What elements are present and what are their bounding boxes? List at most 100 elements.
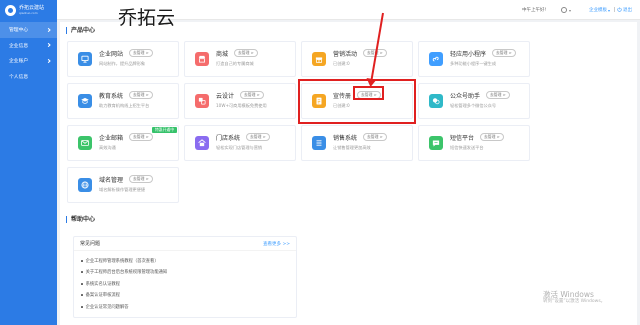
product-card-desc: 短信快速发送平台 xyxy=(450,145,484,150)
product-card-desc: 10W+可商用模板免费使用 xyxy=(216,103,267,108)
product-card-desc: 高效沟通 xyxy=(99,145,116,150)
logo-text: 乔拓云建站 qiaotuo.com xyxy=(19,5,44,15)
template-menu-label: 企业模板 xyxy=(589,8,607,13)
sales-icon xyxy=(312,136,326,150)
manage-button[interactable]: 去管理 > xyxy=(363,133,387,141)
product-card-title: 商城 xyxy=(216,50,229,58)
product-card-header: 销售系统 去管理 > xyxy=(333,133,387,142)
sidebar-item-personal-info[interactable]: 个人信息 xyxy=(0,69,57,85)
product-card[interactable]: 短信平台 去管理 > 短信快速发送平台 xyxy=(418,125,530,161)
product-card[interactable]: 宣传册 去管理 > 已创建:0 xyxy=(301,83,413,119)
faq-header: 常见问题 查看更多 >> xyxy=(74,237,296,251)
sidebar-item-management-center[interactable]: 管理中心 xyxy=(0,22,57,38)
chevron-right-icon xyxy=(46,58,51,63)
product-card-header: 云设计 去管理 > xyxy=(216,91,264,100)
manage-button[interactable]: 去管理 > xyxy=(357,91,381,99)
manage-button[interactable]: 去管理 > xyxy=(129,49,153,57)
product-card[interactable]: 营销活动 去管理 > 已创建:0 xyxy=(301,41,413,77)
manage-button[interactable]: 去管理 > xyxy=(129,133,153,141)
faq-item-text: 关于工程师后台后台系统权限管理功能通知 xyxy=(85,270,168,276)
chevron-right-icon xyxy=(46,43,51,48)
bullet-icon xyxy=(81,282,83,285)
product-card[interactable]: 企业邮箱 去管理 > 高效沟通 特惠开通中 xyxy=(67,125,179,161)
faq-item[interactable]: 企业工程师管理系统教程（首次查看） xyxy=(81,255,296,267)
power-icon[interactable] xyxy=(617,7,622,12)
product-card[interactable]: 云设计 去管理 > 10W+可商用模板免费使用 xyxy=(184,83,296,119)
wechat-official-icon-glyph xyxy=(432,98,440,105)
logout-link[interactable]: 退出 xyxy=(623,7,632,13)
product-card-title: 营销活动 xyxy=(333,50,358,58)
header-divider xyxy=(614,7,615,12)
product-card[interactable]: 轻应用小程序 去管理 > 多种功能小程序一键生成 xyxy=(418,41,530,77)
manage-button[interactable]: 去管理 > xyxy=(363,49,387,57)
bullet-icon xyxy=(81,305,83,308)
manage-button[interactable]: 去管理 > xyxy=(492,49,516,57)
product-card-header: 短信平台 去管理 > xyxy=(450,133,504,142)
product-card-header: 商城 去管理 > xyxy=(216,49,258,58)
product-card-title: 短信平台 xyxy=(450,134,475,142)
shop-icon-glyph xyxy=(198,55,206,63)
windows-activation-watermark: 激活 Windows 转到“设置”以激活 Windows。 xyxy=(543,290,605,305)
template-menu[interactable]: 企业模板 xyxy=(589,7,607,13)
sidebar-item-company-info[interactable]: 企业信息 xyxy=(0,38,57,54)
logo-icon xyxy=(5,4,16,16)
manage-button[interactable]: 去管理 > xyxy=(480,133,504,141)
product-card-title: 教育系统 xyxy=(99,92,124,100)
manage-button[interactable]: 去管理 > xyxy=(246,133,270,141)
faq-item-text: 系统实名认证教程 xyxy=(85,281,120,287)
domain-icon-glyph xyxy=(81,181,89,189)
chevron-right-icon xyxy=(46,27,51,32)
chevron-down-icon[interactable] xyxy=(569,9,571,12)
product-card[interactable]: 门店系统 去管理 > 轻松实现门店管理与营销 xyxy=(184,125,296,161)
product-card[interactable]: 企业网站 去管理 > 网站制作，提升品牌形象 xyxy=(67,41,179,77)
manage-button[interactable]: 去管理 > xyxy=(234,49,258,57)
sms-icon xyxy=(429,136,443,150)
watermark-line1: 激活 Windows xyxy=(543,290,594,299)
manage-button[interactable]: 去管理 > xyxy=(240,91,264,99)
product-grid: 企业网站 去管理 > 网站制作，提升品牌形象 商城 去管理 > 打造自己的专属商城 营销活动… xyxy=(67,41,530,203)
product-card-desc: 域名解析操作管理更便捷 xyxy=(99,187,146,192)
email-icon xyxy=(78,136,92,150)
product-card[interactable]: 商城 去管理 > 打造自己的专属商城 xyxy=(184,41,296,77)
store-icon xyxy=(195,136,209,150)
domain-icon xyxy=(78,178,92,192)
faq-item[interactable]: 系统实名认证教程 xyxy=(81,278,296,290)
faq-item[interactable]: 备案认证审核流程 xyxy=(81,290,296,302)
avatar-icon[interactable] xyxy=(561,7,567,13)
product-card[interactable]: 销售系统 去管理 > 让销售管理更加高效 xyxy=(301,125,413,161)
sales-icon-glyph xyxy=(316,140,322,146)
education-icon-glyph xyxy=(81,97,89,104)
view-more-link[interactable]: 查看更多 >> xyxy=(263,241,290,247)
faq-item-text: 企业工程师管理系统教程（首次查看） xyxy=(85,258,159,264)
sidebar-item-company-account[interactable]: 企业账户 xyxy=(0,53,57,69)
manage-button[interactable]: 去管理 > xyxy=(129,91,153,99)
manage-button[interactable]: 去管理 > xyxy=(129,175,153,183)
email-icon-glyph xyxy=(81,140,89,146)
product-card[interactable]: 公众号助手 去管理 > 轻松管理多个微信公众号 xyxy=(418,83,530,119)
manage-button[interactable]: 去管理 > xyxy=(486,91,510,99)
chevron-down-icon[interactable] xyxy=(608,9,610,12)
faq-item[interactable]: 关于工程师后台后台系统权限管理功能通知 xyxy=(81,267,296,279)
logo-subtitle: qiaotuo.com xyxy=(19,11,38,15)
bullet-icon xyxy=(81,271,83,274)
product-card-title: 企业网站 xyxy=(99,50,124,58)
bullet-icon xyxy=(81,259,83,262)
sidebar-menu: 管理中心 企业信息 企业账户 个人信息 xyxy=(0,22,57,84)
product-card-desc: 让销售管理更加高效 xyxy=(333,145,371,150)
promo-badge: 特惠开通中 xyxy=(152,127,177,133)
product-card-header: 公众号助手 去管理 > xyxy=(450,91,510,100)
bullet-icon xyxy=(81,294,83,297)
logo[interactable]: 乔拓云建站 qiaotuo.com xyxy=(5,3,44,17)
product-card-title: 销售系统 xyxy=(333,134,358,142)
product-card-header: 企业邮箱 去管理 > xyxy=(99,133,153,142)
faq-item-text: 备案认证审核流程 xyxy=(85,293,120,299)
product-card-header: 教育系统 去管理 > xyxy=(99,91,153,100)
product-card-title: 云设计 xyxy=(216,92,235,100)
product-card-header: 轻应用小程序 去管理 > xyxy=(450,49,516,58)
store-icon-glyph xyxy=(198,139,206,147)
sidebar-item-label: 企业账户 xyxy=(9,59,29,65)
annotation-title: 乔拓云 xyxy=(118,7,176,29)
product-card[interactable]: 教育系统 去管理 > 助力教育机构线上招生平台 xyxy=(67,83,179,119)
faq-item[interactable]: 企业认证常见问题解答 xyxy=(81,301,296,313)
product-card[interactable]: 域名管理 去管理 > 域名解析操作管理更便捷 xyxy=(67,167,179,203)
